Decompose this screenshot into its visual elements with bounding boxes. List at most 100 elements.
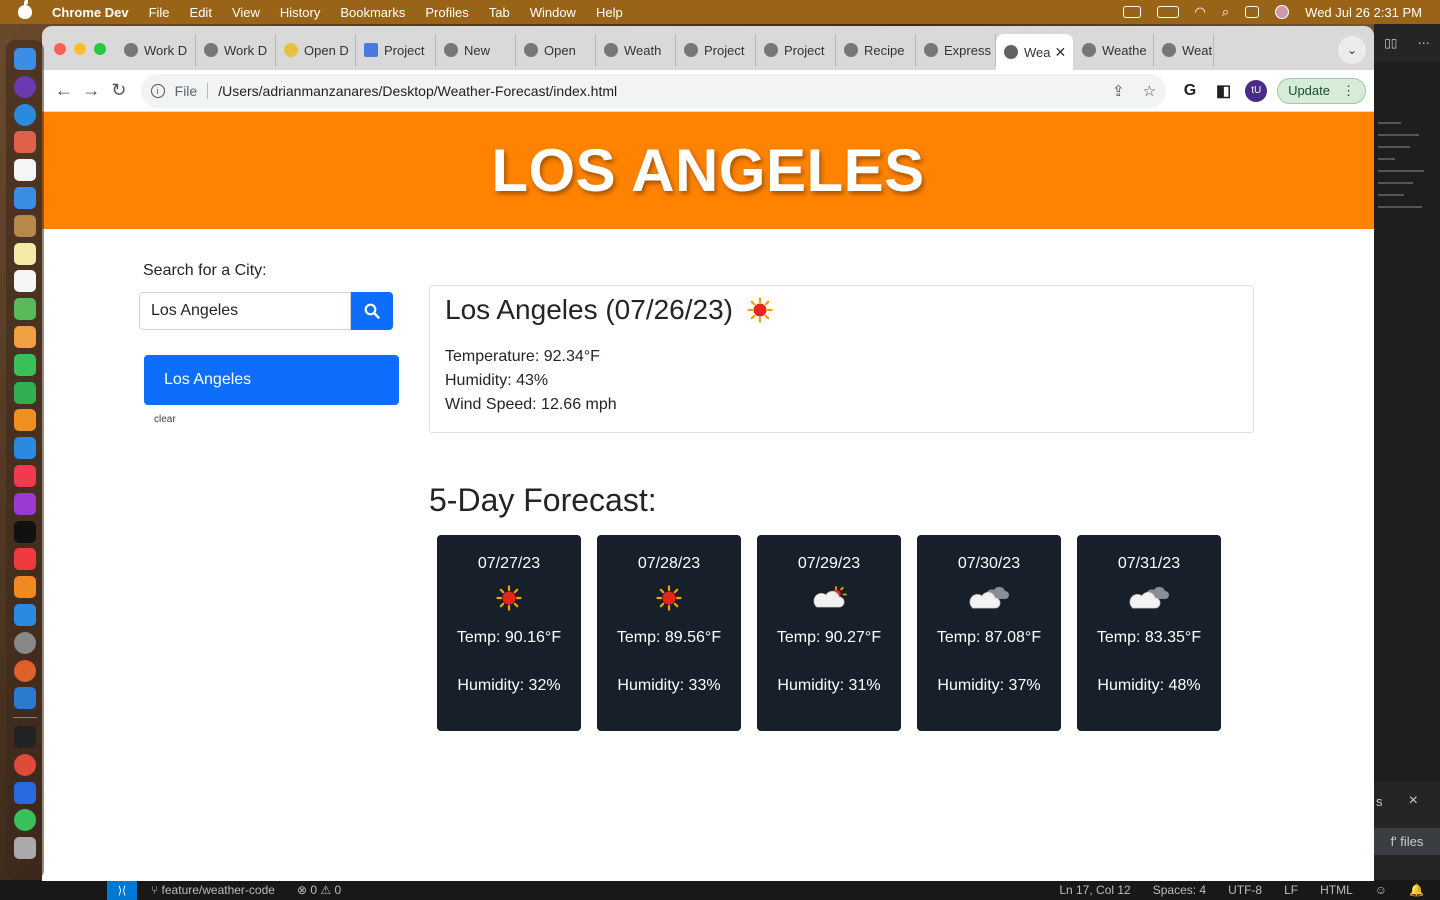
siri-icon[interactable]: [14, 75, 36, 98]
google-icon[interactable]: G: [1180, 81, 1200, 101]
close-tab-icon[interactable]: ✕: [1055, 44, 1067, 61]
zoom-icon[interactable]: [14, 781, 36, 804]
tab[interactable]: Open D: [276, 34, 356, 66]
reminders-icon[interactable]: [14, 270, 36, 293]
battery-icon[interactable]: [1156, 6, 1179, 18]
notification-action-button[interactable]: f' files: [1374, 828, 1440, 855]
music-icon[interactable]: [14, 464, 36, 487]
tab[interactable]: Project: [356, 34, 436, 66]
side-panel-icon[interactable]: ◧: [1214, 81, 1234, 101]
menu-view[interactable]: View: [232, 5, 260, 20]
spotlight-search-icon[interactable]: ⌕: [1222, 4, 1229, 20]
share-icon[interactable]: ⇪: [1112, 82, 1125, 100]
control-center-icon[interactable]: [1245, 6, 1260, 18]
calendar-icon[interactable]: [14, 159, 36, 182]
display-icon[interactable]: [1122, 6, 1141, 18]
tab[interactable]: Work D: [196, 34, 276, 66]
finder-icon[interactable]: [14, 48, 36, 70]
tab[interactable]: Work D: [116, 34, 196, 66]
tab-search-chevron-icon[interactable]: ⌄: [1338, 36, 1366, 64]
clear-history-link[interactable]: clear: [154, 414, 176, 425]
menu-profiles[interactable]: Profiles: [425, 5, 468, 20]
url-text[interactable]: /Users/adrianmanzanares/Desktop/Weather-…: [218, 83, 617, 99]
clock[interactable]: Wed Jul 26 2:31 PM: [1305, 5, 1422, 20]
history-city-button[interactable]: Los Angeles: [144, 355, 399, 405]
menu-tab[interactable]: Tab: [489, 5, 510, 20]
firefox-icon[interactable]: [14, 659, 36, 682]
menu-history[interactable]: History: [280, 5, 320, 20]
more-icon[interactable]: ⋯: [1418, 36, 1430, 50]
zoom-window-button[interactable]: [94, 43, 106, 55]
tab[interactable]: Project: [676, 34, 756, 66]
address-bar[interactable]: i File /Users/adrianmanzanares/Desktop/W…: [140, 73, 1167, 108]
menu-window[interactable]: Window: [530, 5, 576, 20]
profile-avatar[interactable]: tU: [1245, 79, 1268, 102]
mail-icon[interactable]: [14, 186, 36, 209]
line-ending[interactable]: LF: [1284, 883, 1298, 897]
menu-help[interactable]: Help: [596, 5, 623, 20]
notes-icon[interactable]: [14, 242, 36, 265]
tab[interactable]: Express: [916, 34, 996, 66]
language-mode[interactable]: HTML: [1320, 883, 1353, 897]
kebab-menu-icon[interactable]: ⋮: [1342, 83, 1355, 99]
tab-active[interactable]: Wea ✕: [996, 34, 1074, 70]
app-store-icon[interactable]: [14, 603, 36, 626]
launchpad-icon[interactable]: [14, 131, 36, 154]
facetime-icon[interactable]: [14, 353, 36, 376]
minimize-window-button[interactable]: [74, 43, 86, 55]
menu-bookmarks[interactable]: Bookmarks: [340, 5, 405, 20]
minimap[interactable]: [1374, 62, 1440, 208]
trash-icon[interactable]: [14, 837, 36, 860]
tab[interactable]: Project: [756, 34, 836, 66]
feedback-icon[interactable]: ☺: [1375, 883, 1387, 897]
tab-label: Express: [944, 42, 991, 58]
books-icon[interactable]: [14, 576, 36, 599]
menu-edit[interactable]: Edit: [190, 5, 212, 20]
maps-icon[interactable]: [14, 298, 36, 321]
remote-icon[interactable]: ⟩⟨: [107, 880, 137, 900]
close-icon[interactable]: ×: [1409, 792, 1418, 810]
messages-icon[interactable]: [14, 809, 36, 832]
bell-icon[interactable]: 🔔: [1409, 883, 1424, 897]
problems-indicator[interactable]: ⊗ 0 ⚠ 0: [297, 883, 341, 897]
keynote-icon[interactable]: [14, 437, 36, 460]
update-button[interactable]: Update ⋮: [1277, 77, 1366, 104]
encoding[interactable]: UTF-8: [1228, 883, 1262, 897]
news-icon[interactable]: [14, 548, 36, 571]
siri-icon[interactable]: [1275, 5, 1290, 19]
indentation[interactable]: Spaces: 4: [1153, 883, 1206, 897]
tab[interactable]: Recipe: [836, 34, 916, 66]
contacts-icon[interactable]: [14, 214, 36, 237]
git-branch[interactable]: ⑂ feature/weather-code: [151, 883, 275, 897]
city-search-input[interactable]: [139, 292, 351, 330]
terminal-icon[interactable]: [14, 725, 36, 748]
system-settings-icon[interactable]: [14, 631, 36, 654]
tv-icon[interactable]: [14, 520, 36, 543]
tab[interactable]: Weathe: [1074, 34, 1154, 66]
numbers-icon[interactable]: [14, 381, 36, 404]
chrome-icon[interactable]: [14, 753, 36, 776]
wifi-icon[interactable]: ◠: [1195, 4, 1206, 20]
apple-menu-icon[interactable]: [18, 0, 32, 19]
photos-icon[interactable]: [14, 325, 36, 348]
safari-icon[interactable]: [14, 103, 36, 126]
current-weather-card: Los Angeles (07/26/23) Temperature: 92.3…: [429, 285, 1254, 433]
split-editor-icon[interactable]: ▯▯: [1384, 36, 1397, 50]
cursor-position[interactable]: Ln 17, Col 12: [1059, 883, 1130, 897]
tab[interactable]: New: [436, 34, 516, 66]
menu-app-name[interactable]: Chrome Dev: [52, 5, 129, 20]
search-button[interactable]: [351, 292, 393, 330]
back-arrow-icon[interactable]: ←: [50, 77, 78, 105]
bookmark-star-icon[interactable]: ☆: [1143, 82, 1156, 100]
podcasts-icon[interactable]: [14, 492, 36, 515]
vscode-icon[interactable]: [14, 687, 36, 710]
pages-icon[interactable]: [14, 409, 36, 432]
close-window-button[interactable]: [54, 43, 66, 55]
site-info-icon[interactable]: i: [150, 83, 165, 98]
tab[interactable]: Weath: [596, 34, 676, 66]
tab[interactable]: Open: [516, 34, 596, 66]
forward-arrow-icon[interactable]: →: [78, 77, 106, 105]
tab[interactable]: Weat: [1154, 34, 1214, 66]
reload-icon[interactable]: ↻: [105, 77, 133, 105]
menu-file[interactable]: File: [149, 5, 170, 20]
